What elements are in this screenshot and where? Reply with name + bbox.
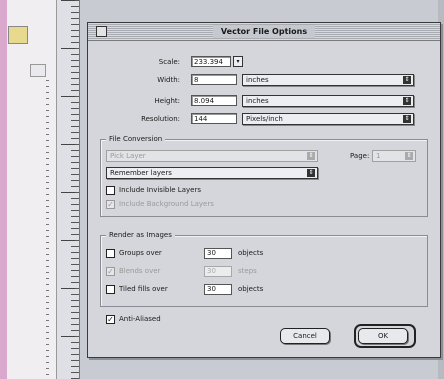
select-arrows-icon: ⇕ [405,152,413,160]
ok-button[interactable]: OK [358,328,408,344]
resolution-label: Resolution: [141,115,180,123]
groups-over-checkbox[interactable] [106,249,115,258]
height-unit-value: inches [246,97,269,105]
include-invisible-checkbox[interactable] [106,186,115,195]
height-label: Height: [154,97,181,105]
page-ruler-left [46,80,56,379]
tool-palette-icon[interactable] [8,26,28,44]
anti-aliased-checkbox[interactable]: ✓ [106,315,115,324]
anti-aliased-label: Anti-Aliased [119,315,161,323]
page-select: 1 ⇕ [372,150,416,162]
scale-dropdown-button[interactable]: ▾ [233,56,243,67]
groups-over-field[interactable]: 30 [204,248,232,259]
width-label: Width: [157,76,180,84]
blends-over-label: Blends over [119,267,161,275]
select-arrows-icon: ⇕ [307,152,315,160]
dialog-title: Vector File Options [212,25,316,38]
include-invisible-label: Include Invisible Layers [119,186,201,194]
select-arrows-icon: ⇕ [307,169,315,177]
resolution-field[interactable]: 144 [191,113,237,124]
scale-field[interactable]: 233.394 [191,56,231,67]
layer-select: Pick Layer ⇕ [106,150,318,162]
render-as-images-title: Render as Images [106,231,175,240]
ruler-major-ticks [61,0,75,379]
select-arrows-icon: ⇕ [403,97,411,105]
vertical-ruler [56,0,80,379]
include-background-checkbox: ✓ [106,200,115,209]
resolution-unit-select[interactable]: Pixels/inch ⇕ [242,113,414,125]
page-select-value: 1 [376,152,381,160]
blends-over-field: 30 [204,266,232,277]
tool-palette-button[interactable] [30,64,46,77]
layers-select-value: Remember layers [110,169,172,177]
include-background-label: Include Background Layers [119,200,214,208]
select-arrows-icon: ⇕ [403,76,411,84]
height-field[interactable]: 8.094 [191,95,237,106]
layer-select-value: Pick Layer [110,152,146,160]
height-unit-select[interactable]: inches ⇕ [242,95,414,107]
tiled-fills-over-checkbox[interactable] [106,285,115,294]
resolution-unit-value: Pixels/inch [246,115,283,123]
width-unit-select[interactable]: inches ⇕ [242,74,414,86]
tiled-fills-over-unit: objects [238,285,264,293]
groups-over-unit: objects [238,249,264,257]
dialog-titlebar[interactable]: Vector File Options [88,23,440,41]
width-unit-value: inches [246,76,269,84]
close-box-icon[interactable] [96,26,107,37]
select-arrows-icon: ⇕ [403,115,411,123]
blends-over-unit: steps [238,267,257,275]
vector-file-options-dialog: Vector File Options Scale: 233.394 ▾ Wid… [87,22,441,358]
file-conversion-title: File Conversion [106,135,166,144]
layers-select[interactable]: Remember layers ⇕ [106,167,318,179]
cancel-button[interactable]: Cancel [280,328,330,344]
scale-label: Scale: [158,58,180,66]
page-edge-strip [0,0,7,379]
blends-over-checkbox: ✓ [106,267,115,276]
page-label: Page: [350,152,370,160]
width-field[interactable]: 8 [191,74,237,85]
tiled-fills-over-label: Tiled fills over [119,285,168,293]
tiled-fills-over-field[interactable]: 30 [204,284,232,295]
groups-over-label: Groups over [119,249,162,257]
